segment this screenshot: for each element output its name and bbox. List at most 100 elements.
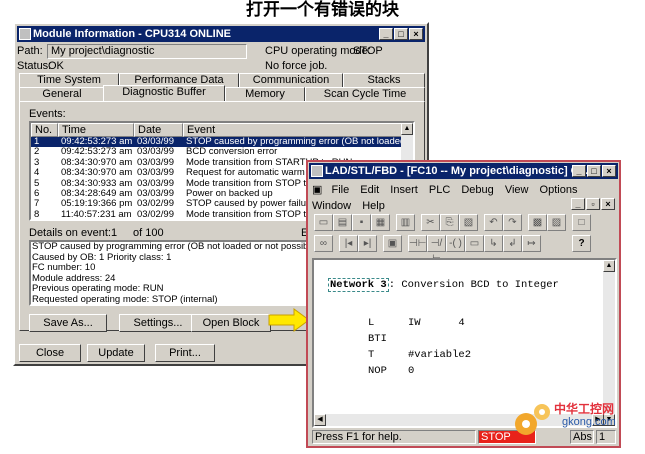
menu-view[interactable]: View: [505, 184, 529, 196]
no-contact-icon[interactable]: ⊣⊢: [408, 235, 427, 252]
new-network-icon[interactable]: ▣: [383, 235, 402, 252]
help-question-icon[interactable]: ?: [572, 235, 591, 252]
event-date-cell: 03/02/99: [137, 199, 174, 210]
col-event[interactable]: Event: [183, 123, 403, 137]
tab-diagnostic-buffer[interactable]: Diagnostic Buffer: [103, 85, 225, 102]
event-row[interactable]: 1 09:42:53:273 am 03/03/99 STOP caused by p…: [31, 137, 413, 148]
editor-menubar: ▣ File Edit Insert PLC Debug View Option…: [312, 182, 615, 212]
gear-icon: [515, 404, 550, 435]
menu-plc[interactable]: PLC: [429, 184, 450, 196]
doc-restore-icon[interactable]: ▫: [586, 198, 600, 210]
event-time-cell: 08:34:30:970 am: [61, 168, 133, 179]
menu-file[interactable]: File: [331, 184, 349, 196]
open-block-button[interactable]: Open Block: [191, 314, 271, 332]
col-date[interactable]: Date: [134, 123, 183, 137]
maximize-icon[interactable]: □: [394, 28, 408, 40]
menu-icon[interactable]: ▣: [312, 184, 322, 196]
glasses-icon[interactable]: ∞: [314, 235, 333, 252]
event-no-cell: 1: [34, 137, 40, 147]
download-icon[interactable]: ▦: [371, 214, 390, 231]
network-title: : Conversion BCD to Integer: [388, 279, 559, 291]
copy-icon[interactable]: ⎘: [440, 214, 459, 231]
editor-close-icon[interactable]: ×: [602, 165, 616, 177]
menu-debug[interactable]: Debug: [461, 184, 493, 196]
next-network-icon[interactable]: ▸|: [358, 235, 377, 252]
monitor-icon[interactable]: ▩: [528, 214, 547, 231]
print-button[interactable]: Print...: [155, 344, 215, 362]
event-time-cell: 05:19:19:366 pm: [61, 199, 133, 210]
editor-scroll-up-icon[interactable]: ▲: [603, 260, 615, 272]
col-time[interactable]: Time: [58, 123, 134, 137]
status-value: OK: [48, 60, 64, 72]
save-icon[interactable]: ▪: [352, 214, 371, 231]
module-window-titlebar[interactable]: Module Information - CPU314 ONLINE _ □ ×: [17, 26, 425, 42]
undo-icon[interactable]: ↶: [484, 214, 503, 231]
network-label[interactable]: Network 3: [328, 278, 389, 292]
prev-network-icon[interactable]: |◂: [339, 235, 358, 252]
stl-code-line[interactable]: NOP 0: [368, 363, 471, 379]
new-icon[interactable]: ▭: [314, 214, 333, 231]
box-icon[interactable]: ▭: [465, 235, 484, 252]
branch-close-icon[interactable]: ↲: [503, 235, 522, 252]
update-button[interactable]: Update: [87, 344, 145, 362]
status-label: Status:: [17, 60, 52, 72]
events-label: Events:: [29, 108, 66, 120]
tab-stacks[interactable]: Stacks: [343, 73, 425, 88]
menu-options[interactable]: Options: [540, 184, 578, 196]
doc-close-icon[interactable]: ×: [601, 198, 615, 210]
stl-code-line[interactable]: T #variable2: [368, 347, 471, 363]
nc-contact-icon[interactable]: ⊣/⊢: [427, 235, 446, 264]
editor-maximize-icon[interactable]: □: [587, 165, 601, 177]
stl-operand: #variable2: [408, 349, 472, 361]
open-icon[interactable]: ▤: [333, 214, 352, 231]
print-icon[interactable]: ▥: [396, 214, 415, 231]
paste-icon[interactable]: ▧: [459, 214, 478, 231]
tab-general[interactable]: General: [19, 87, 105, 102]
redo-icon[interactable]: ↷: [503, 214, 522, 231]
event-date-cell: 03/03/99: [137, 168, 174, 179]
editor-window-titlebar[interactable]: LAD/STL/FBD - [FC10 -- My project\diagno…: [309, 163, 618, 179]
menu-window[interactable]: Window: [312, 200, 351, 212]
event-no-cell: 6: [34, 188, 40, 199]
stl-operation: BTI: [368, 333, 387, 345]
details-of-count: of 100: [133, 227, 164, 239]
watermark-cn: 中华工控网: [554, 402, 615, 416]
stl-operation: NOP: [368, 365, 387, 377]
branch-open-icon[interactable]: ↳: [484, 235, 503, 252]
doc-minimize-icon[interactable]: _: [571, 198, 585, 210]
watermark-url: gkong.com: [562, 416, 616, 428]
stl-operation: L: [368, 317, 375, 329]
connection-icon[interactable]: ↦: [522, 235, 541, 252]
stl-code-line[interactable]: L IW 4: [368, 315, 471, 331]
event-no-cell: 2: [34, 147, 40, 158]
hscroll-left-icon[interactable]: ◀: [314, 414, 326, 426]
editor-minimize-icon[interactable]: _: [572, 165, 586, 177]
online-icon[interactable]: ▨: [547, 214, 566, 231]
stl-code-line[interactable]: BTI: [368, 331, 471, 347]
close-icon[interactable]: ×: [409, 28, 423, 40]
menu-help[interactable]: Help: [362, 200, 385, 212]
minimize-icon[interactable]: _: [379, 28, 393, 40]
event-row[interactable]: 2 09:42:53:273 am 03/03/99 BCD conversion e…: [31, 147, 413, 157]
path-label: Path:: [17, 45, 43, 57]
event-time-cell: 08:34:30:970 am: [61, 157, 133, 168]
tab-memory[interactable]: Memory: [225, 87, 305, 102]
event-no-cell: 7: [34, 199, 40, 210]
details-label: Details on event:: [29, 227, 111, 239]
settings-button[interactable]: Settings...: [119, 314, 197, 332]
coil-icon[interactable]: -( ): [446, 235, 465, 252]
cut-icon[interactable]: ✂: [421, 214, 440, 231]
module-app-icon: [19, 28, 31, 40]
scroll-up-icon[interactable]: ▲: [401, 123, 413, 135]
close-button[interactable]: Close: [19, 344, 81, 362]
editor-window-title: LAD/STL/FBD - [FC10 -- My project\diagno…: [325, 165, 589, 177]
menu-edit[interactable]: Edit: [360, 184, 379, 196]
tab-communication[interactable]: Communication: [239, 73, 343, 88]
stl-operand: 0: [408, 365, 415, 377]
event-time-cell: 09:42:53:273 am: [61, 137, 133, 147]
tab-scan-cycle-time[interactable]: Scan Cycle Time: [305, 87, 425, 102]
menu-insert[interactable]: Insert: [390, 184, 418, 196]
col-no[interactable]: No.: [31, 123, 58, 137]
save-as-button[interactable]: Save As...: [29, 314, 107, 332]
overview-icon[interactable]: □: [572, 214, 591, 231]
